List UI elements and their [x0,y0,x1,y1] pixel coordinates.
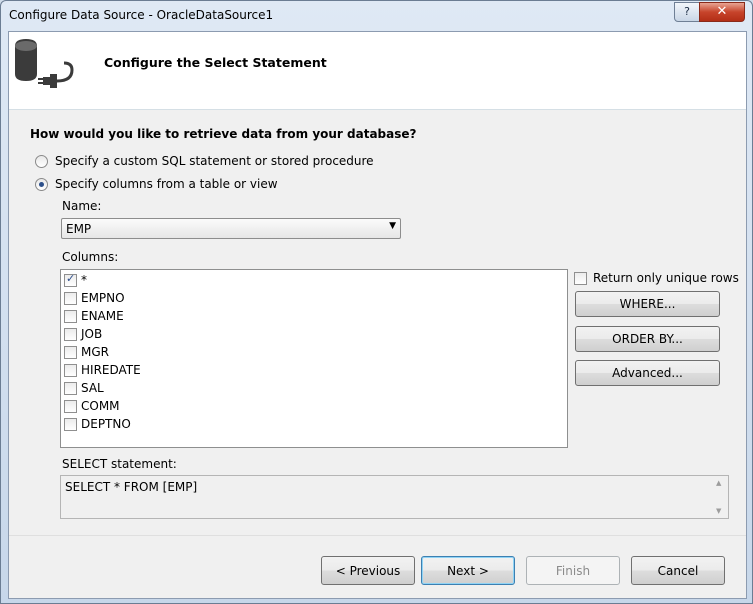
column-checkbox[interactable] [64,310,77,323]
checkmark-icon: ✓ [66,272,76,285]
column-checkbox[interactable] [64,418,77,431]
table-name-value: EMP [66,222,92,236]
window-title: Configure Data Source - OracleDataSource… [9,8,274,22]
column-checkbox[interactable] [64,400,77,413]
table-name-select[interactable]: EMP ▼ [61,218,401,239]
page-title: Configure the Select Statement [104,55,327,70]
unique-rows-label: Return only unique rows [593,271,739,285]
close-button[interactable]: ✕ [699,2,745,22]
column-checkbox[interactable] [64,292,77,305]
cancel-button[interactable]: Cancel [631,556,725,585]
columns-label: Columns: [62,250,119,264]
name-label: Name: [62,199,102,213]
vertical-scrollbar[interactable]: ▲ ▼ [712,476,728,518]
column-label: * [81,273,87,287]
dialog-client-area: Configure the Select Statement How would… [8,31,747,599]
dialog-window: Configure Data Source - OracleDataSource… [0,0,753,604]
finish-button[interactable]: Finish [526,556,620,585]
column-checkbox[interactable]: ✓ [64,272,77,287]
retrieve-question: How would you like to retrieve data from… [30,127,417,141]
scroll-up-icon[interactable]: ▲ [716,479,721,487]
column-label: SAL [81,381,104,395]
column-label: HIREDATE [81,363,141,377]
order-by-button[interactable]: ORDER BY... [575,326,720,352]
select-statement-box[interactable]: SELECT * FROM [EMP] ▲ ▼ [60,475,729,519]
column-checkbox[interactable] [64,382,77,395]
advanced-button[interactable]: Advanced... [575,360,720,386]
select-statement-text: SELECT * FROM [EMP] [65,480,198,494]
column-checkbox[interactable] [64,364,77,377]
header-divider [9,109,746,110]
title-bar[interactable]: Configure Data Source - OracleDataSource… [1,1,752,31]
database-plug-icon [15,39,74,88]
footer-divider [9,535,746,536]
select-statement-label: SELECT statement: [62,457,177,471]
column-label: JOB [81,327,103,341]
column-label: EMPNO [81,291,125,305]
columns-list[interactable]: ✓ * EMPNO ENAME JOB MGR HIREDATE SAL COM… [60,269,568,448]
next-button[interactable]: Next > [421,556,515,585]
columns-option-label: Specify columns from a table or view [55,177,278,191]
help-button[interactable]: ? [674,2,700,22]
scroll-down-icon[interactable]: ▼ [716,507,721,515]
columns-radio[interactable] [35,178,48,191]
column-label: ENAME [81,309,124,323]
previous-button[interactable]: < Previous [321,556,415,585]
unique-rows-checkbox[interactable] [574,272,587,285]
dropdown-arrow-icon[interactable]: ▼ [389,221,396,231]
column-label: COMM [81,399,120,413]
column-checkbox[interactable] [64,346,77,359]
column-label: MGR [81,345,109,359]
custom-sql-radio[interactable] [35,155,48,168]
wizard-header: Configure the Select Statement [9,32,746,109]
column-label: DEPTNO [81,417,131,431]
custom-sql-label: Specify a custom SQL statement or stored… [55,154,374,168]
column-checkbox[interactable] [64,328,77,341]
where-button[interactable]: WHERE... [575,291,720,317]
